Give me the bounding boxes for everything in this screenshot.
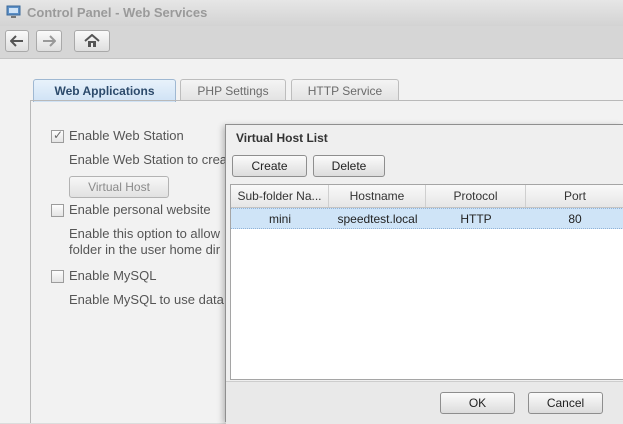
ok-button[interactable]: OK bbox=[440, 392, 515, 414]
column-header-port[interactable]: Port bbox=[526, 185, 623, 207]
column-header-subfolder[interactable]: Sub-folder Na... bbox=[231, 185, 329, 207]
dialog-title: Virtual Host List bbox=[236, 131, 328, 145]
enable-mysql-checkbox[interactable] bbox=[51, 270, 64, 283]
title-bar: Control Panel - Web Services bbox=[0, 0, 623, 26]
column-header-protocol[interactable]: Protocol bbox=[426, 185, 526, 207]
cancel-button[interactable]: Cancel bbox=[528, 392, 603, 414]
enable-personal-website-label: Enable personal website bbox=[69, 202, 211, 217]
tab-php-settings[interactable]: PHP Settings bbox=[180, 79, 286, 101]
personal-website-description-line1: Enable this option to allow bbox=[69, 226, 221, 241]
enable-personal-website-checkbox[interactable] bbox=[51, 204, 64, 217]
delete-button[interactable]: Delete bbox=[313, 155, 385, 177]
tab-http-service[interactable]: HTTP Service bbox=[291, 79, 399, 101]
cell-port: 80 bbox=[568, 211, 582, 226]
tab-divider bbox=[30, 100, 623, 101]
forward-button[interactable] bbox=[36, 30, 62, 52]
grid-header: Sub-folder Na... Hostname Protocol Port bbox=[231, 185, 623, 208]
enable-web-station-label: Enable Web Station bbox=[69, 128, 184, 143]
cell-protocol: HTTP bbox=[460, 211, 492, 226]
personal-website-description-line2: folder in the user home dir bbox=[69, 242, 221, 257]
control-panel-icon bbox=[6, 5, 21, 18]
tab-web-applications[interactable]: Web Applications bbox=[33, 79, 176, 102]
enable-mysql-label: Enable MySQL bbox=[69, 268, 157, 283]
back-button[interactable] bbox=[5, 30, 29, 52]
virtual-host-list-dialog: Virtual Host List Create Delete Sub-fold… bbox=[225, 124, 623, 424]
home-button[interactable] bbox=[74, 30, 110, 52]
virtual-host-grid: Sub-folder Na... Hostname Protocol Port … bbox=[230, 184, 623, 380]
create-button[interactable]: Create bbox=[232, 155, 307, 177]
cell-hostname: speedtest.local bbox=[337, 211, 418, 226]
web-station-description: Enable Web Station to crea bbox=[69, 152, 228, 167]
table-row[interactable]: mini speedtest.local HTTP 80 bbox=[231, 208, 623, 229]
panel-border bbox=[30, 101, 31, 423]
cell-subfolder: mini bbox=[268, 211, 291, 226]
enable-web-station-checkbox[interactable] bbox=[51, 128, 64, 143]
arrow-right-icon bbox=[43, 35, 56, 47]
toolbar bbox=[0, 26, 623, 58]
arrow-left-icon bbox=[10, 35, 23, 47]
dialog-footer: OK Cancel bbox=[226, 381, 623, 424]
window-title: Control Panel - Web Services bbox=[27, 5, 208, 20]
home-icon bbox=[84, 34, 100, 47]
column-header-hostname[interactable]: Hostname bbox=[329, 185, 426, 207]
virtual-host-button[interactable]: Virtual Host bbox=[69, 176, 169, 198]
mysql-description: Enable MySQL to use data bbox=[69, 292, 224, 307]
